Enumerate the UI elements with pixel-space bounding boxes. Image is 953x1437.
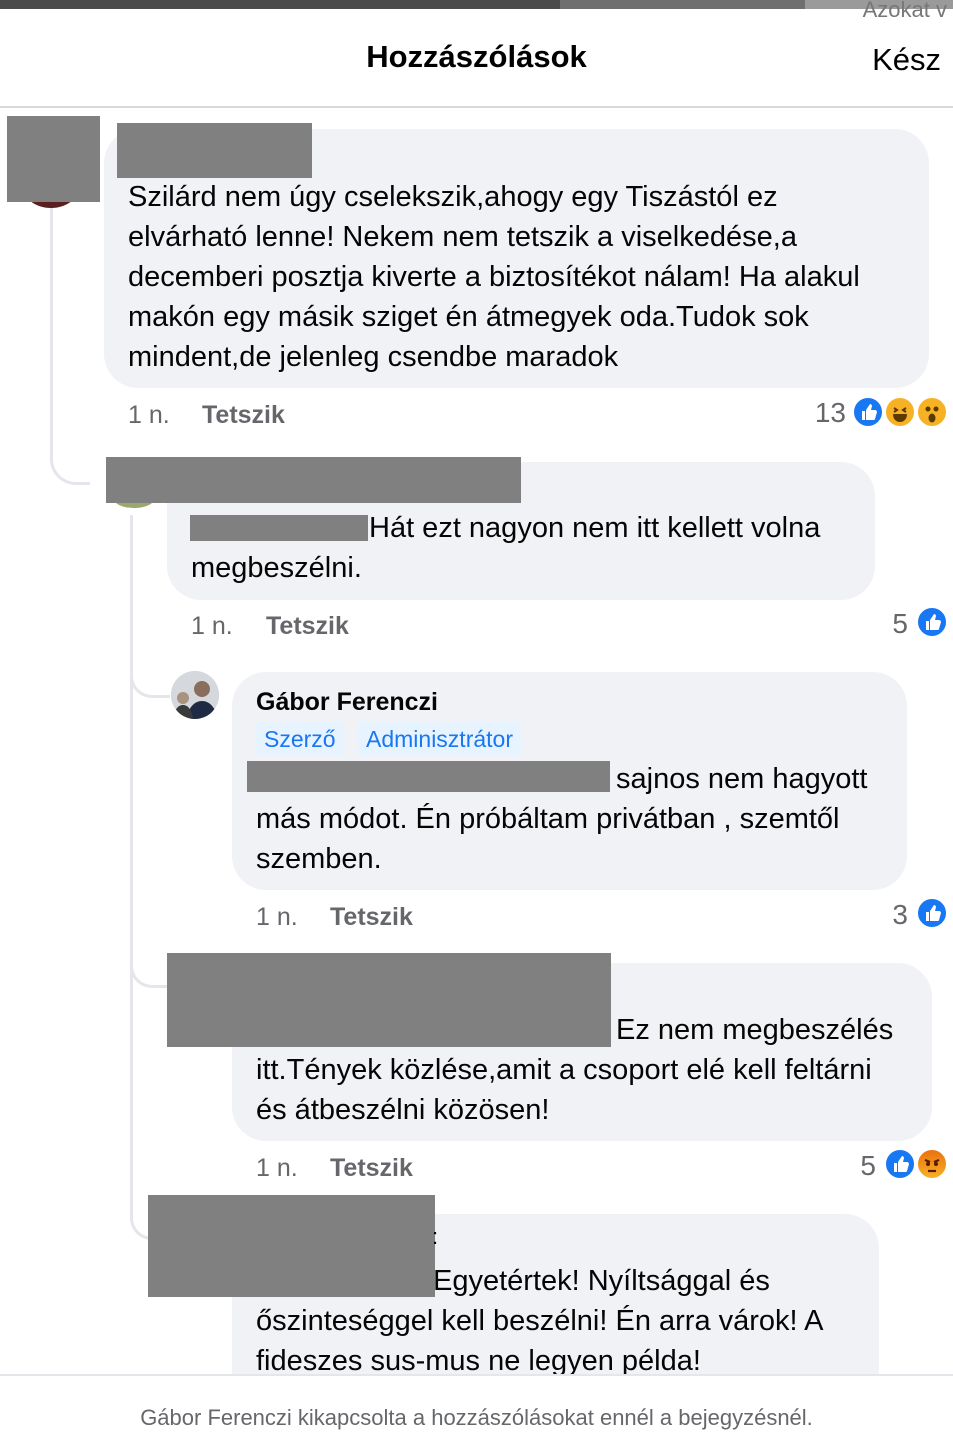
comment-text-line: elvárható lenne! Nekem nem tetszik a vis… bbox=[128, 221, 797, 253]
admin-badge: Adminisztrátor bbox=[358, 722, 521, 755]
comment-text-line: Hát ezt nagyon nem itt kellett volna bbox=[369, 512, 821, 544]
comment-text-line: itt.Tények közlése,amit a csoport elé ke… bbox=[256, 1054, 872, 1086]
thread-connector bbox=[130, 515, 133, 1215]
top-strip-segment bbox=[0, 0, 560, 9]
mention-redaction bbox=[247, 761, 610, 792]
author-name-redaction bbox=[106, 457, 521, 503]
like-icon bbox=[916, 897, 948, 929]
author-redaction bbox=[167, 953, 611, 1047]
comment-time: 1 n. bbox=[128, 401, 170, 429]
like-button[interactable]: Tetszik bbox=[330, 1154, 413, 1183]
comment-text-line: decemberi posztja kiverte a biztosítékot… bbox=[128, 261, 860, 293]
comments-disabled-note: Gábor Ferenczi kikapcsolta a hozzászólás… bbox=[140, 1405, 813, 1430]
comment-text-line: szemben. bbox=[256, 843, 382, 875]
like-button[interactable]: Tetszik bbox=[202, 401, 285, 430]
haha-icon bbox=[884, 396, 916, 428]
reaction-count[interactable]: 3 bbox=[870, 899, 908, 931]
page-title: Hozzászólások bbox=[366, 39, 587, 74]
top-strip-segment bbox=[560, 0, 805, 9]
comments-disabled-footer: Gábor Ferenczi kikapcsolta a hozzászólás… bbox=[0, 1374, 953, 1437]
thread-connector bbox=[130, 930, 170, 988]
top-strip bbox=[0, 0, 953, 9]
comment-text-line: Egyetértek! Nyíltsággal és bbox=[433, 1265, 770, 1297]
author-badge: Szerző bbox=[256, 722, 344, 755]
like-icon bbox=[852, 396, 884, 428]
avatar-redaction bbox=[7, 116, 100, 202]
avatar[interactable] bbox=[171, 671, 219, 719]
mention-redaction bbox=[190, 515, 368, 541]
author-name-redaction bbox=[117, 123, 312, 178]
comment-text-line: őszinteséggel kell beszélni! Én arra vár… bbox=[256, 1305, 824, 1337]
thread-connector bbox=[130, 640, 170, 698]
angry-icon bbox=[916, 1148, 948, 1180]
comment-text-line: Ez nem megbeszélés bbox=[616, 1014, 894, 1046]
reaction-count[interactable]: 5 bbox=[870, 608, 908, 640]
like-icon bbox=[916, 606, 948, 638]
wow-icon bbox=[916, 396, 948, 428]
comment-text-line: Szilárd nem úgy cselekszik,ahogy egy Tis… bbox=[128, 181, 778, 213]
done-button[interactable]: Kész bbox=[872, 42, 941, 78]
author-redaction bbox=[148, 1195, 435, 1297]
like-icon bbox=[884, 1148, 916, 1180]
comment-text-line: megbeszélni. bbox=[191, 552, 362, 584]
comment-text-line: makón egy másik sziget én átmegyek oda.T… bbox=[128, 301, 809, 333]
comment-text-line: és átbeszélni közösen! bbox=[256, 1094, 550, 1126]
reaction-count[interactable]: 5 bbox=[838, 1150, 876, 1182]
comment-time: 1 n. bbox=[256, 1154, 298, 1182]
comments-header: Azokat v Hozzászólások Kész bbox=[0, 0, 953, 108]
comment-text-fragment: : bbox=[432, 1224, 439, 1249]
background-peek-text: Azokat v bbox=[862, 0, 947, 22]
comment-text-line: mindent,de jelenleg csendbe maradok bbox=[128, 341, 619, 373]
comment-time: 1 n. bbox=[191, 612, 233, 640]
comment-time: 1 n. bbox=[256, 903, 298, 931]
thread-connector bbox=[50, 205, 90, 485]
comment-text-line: sajnos nem hagyott bbox=[616, 763, 868, 795]
comment-author[interactable]: Gábor Ferenczi bbox=[256, 688, 438, 717]
comment-text-line: más módot. Én próbáltam privátban , szem… bbox=[256, 803, 840, 835]
like-button[interactable]: Tetszik bbox=[330, 903, 413, 932]
reaction-count[interactable]: 13 bbox=[808, 397, 846, 429]
like-button[interactable]: Tetszik bbox=[266, 612, 349, 641]
